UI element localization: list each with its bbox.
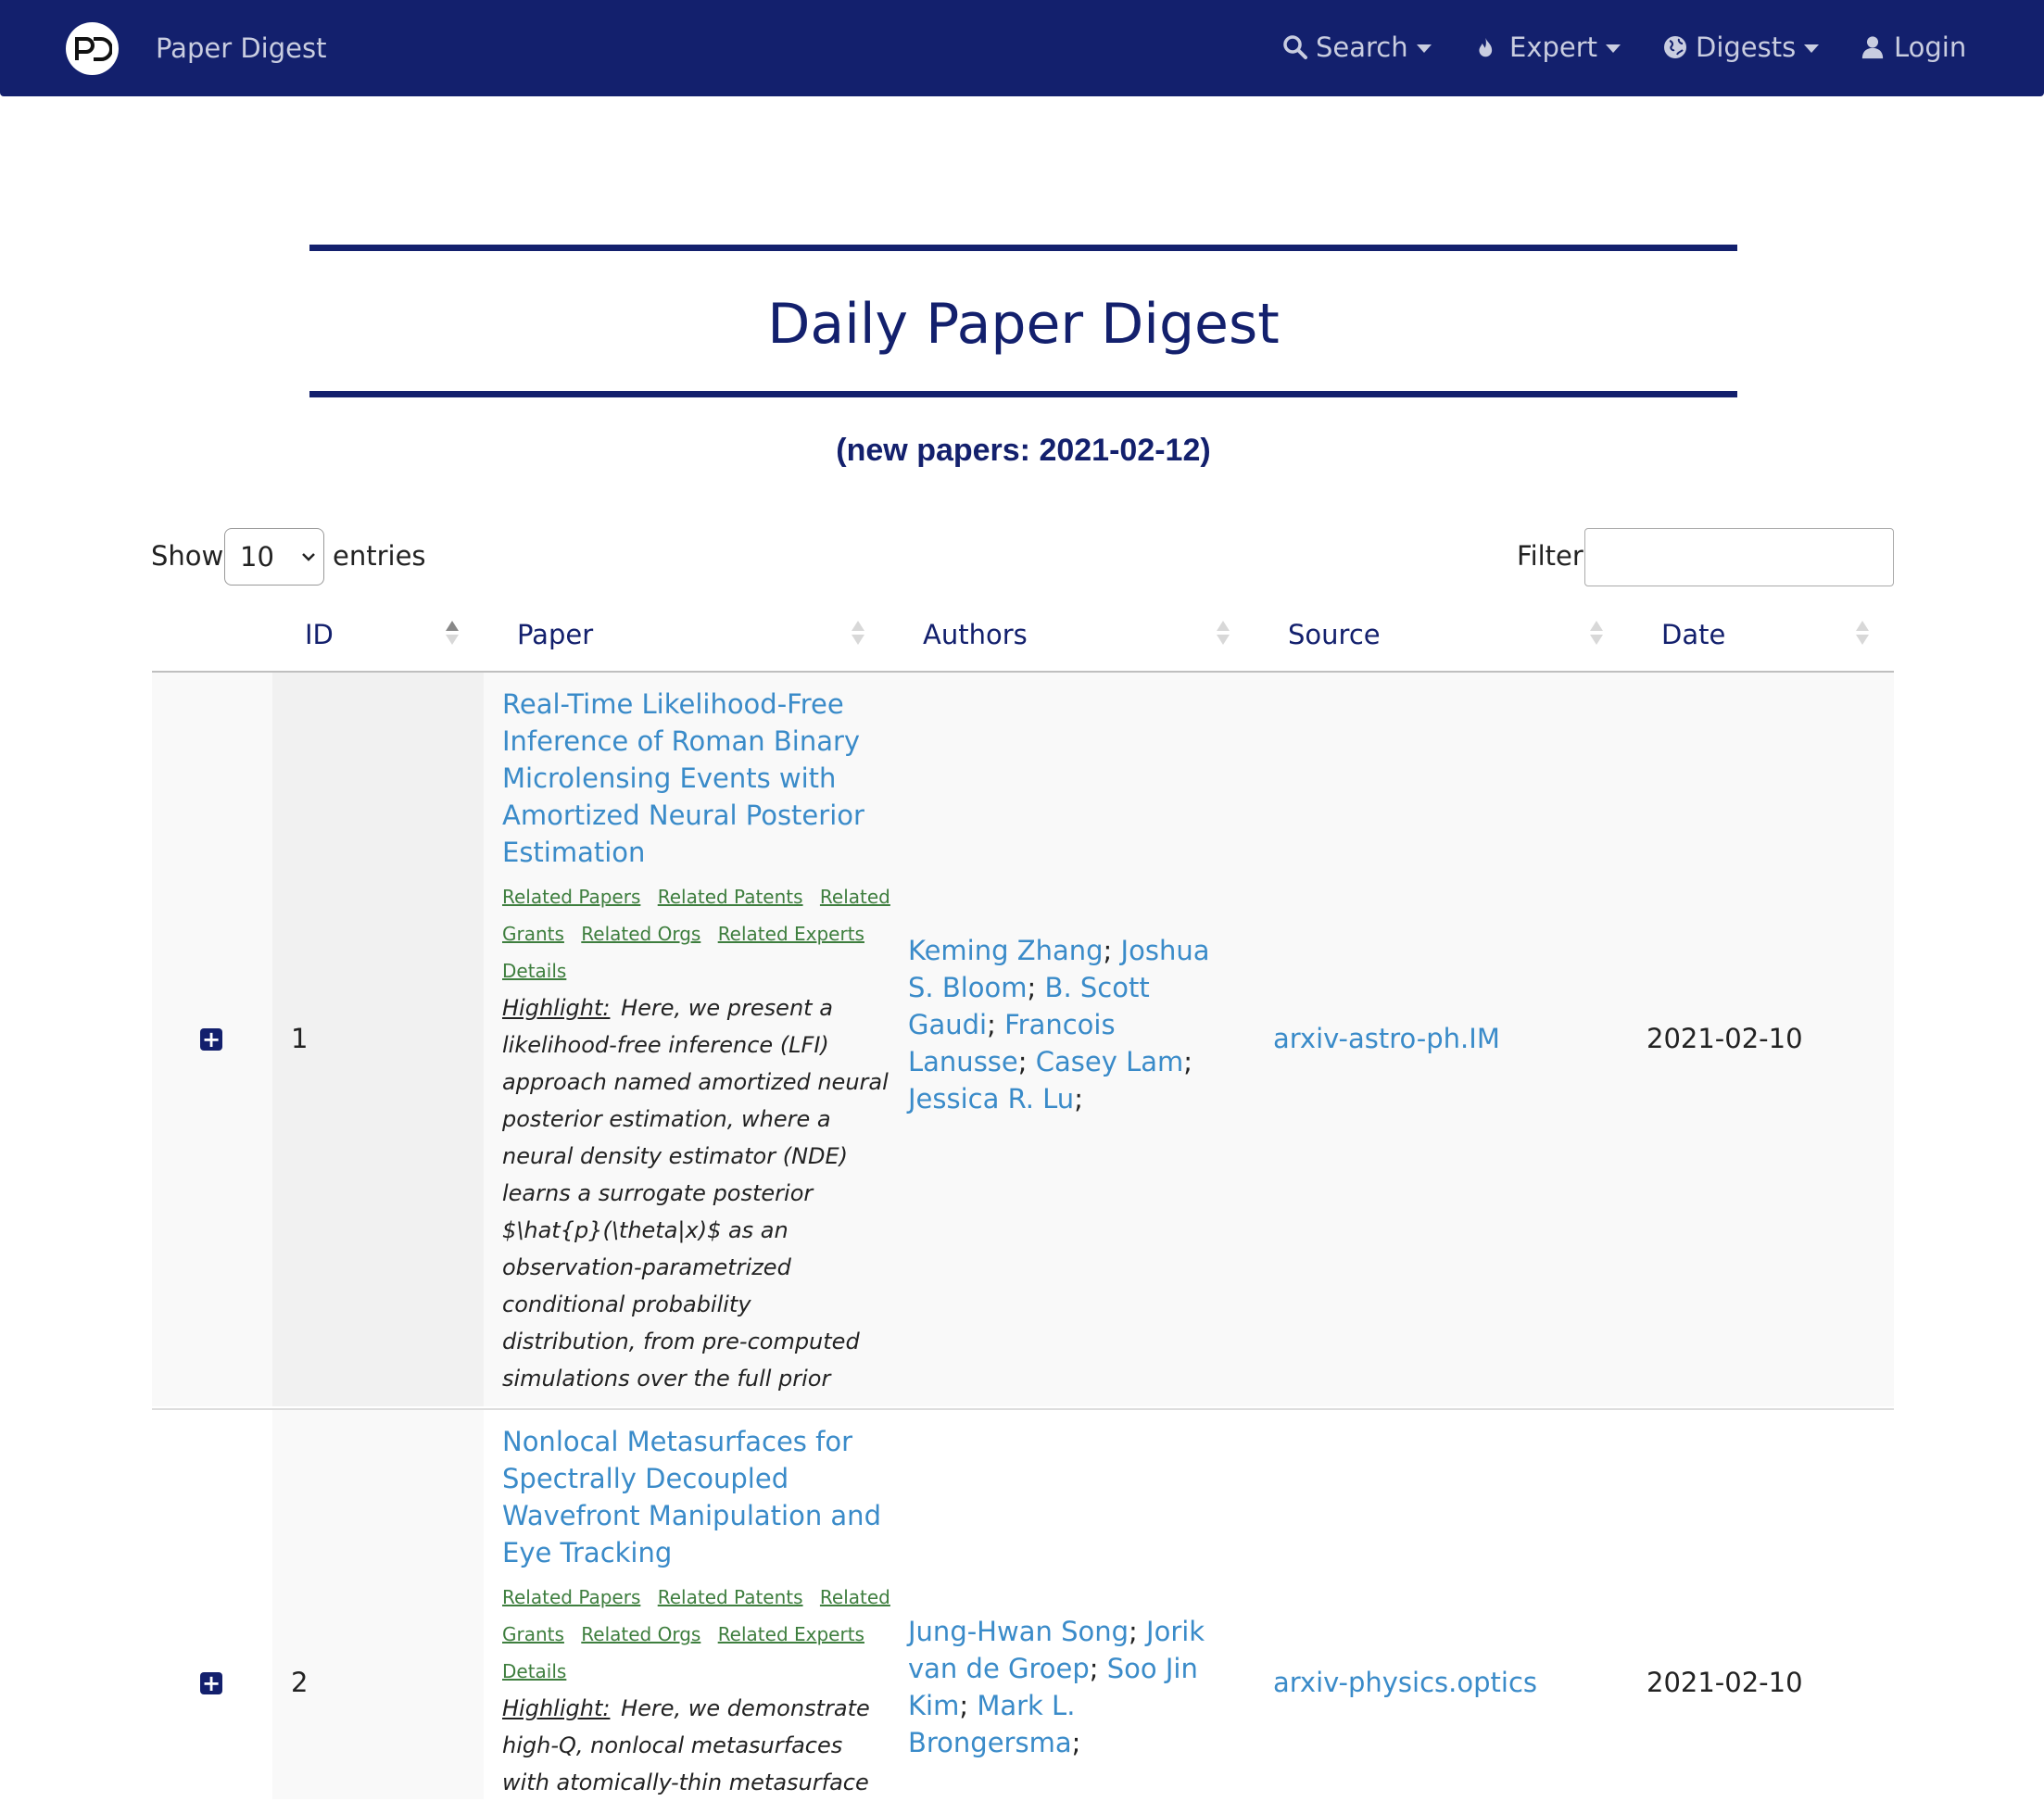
column-header-source[interactable]: Source: [1288, 619, 1381, 650]
related-papers-link[interactable]: Related Papers: [502, 886, 640, 908]
sort-icon[interactable]: [1590, 621, 1603, 645]
filter-label: Filter: [1517, 540, 1583, 572]
column-header-authors[interactable]: Authors: [923, 619, 1028, 650]
expand-row-icon[interactable]: +: [200, 1672, 222, 1694]
table-row: + 1 Real-Time Likelihood-Free Inference …: [152, 673, 1894, 1429]
papers-table: ID Paper Authors Source Date + 1 Real-Ti…: [152, 602, 1894, 1799]
author-link[interactable]: Jung-Hwan Song: [908, 1616, 1129, 1647]
expand-row-icon[interactable]: +: [200, 1028, 222, 1051]
nav-login-link[interactable]: Login: [1861, 28, 1966, 67]
search-icon: [1282, 34, 1308, 60]
details-link[interactable]: Details: [502, 960, 566, 982]
user-icon: [1861, 34, 1886, 60]
nav-digests-dropdown[interactable]: Digests: [1662, 28, 1820, 67]
author-link[interactable]: Jessica R. Lu: [908, 1083, 1074, 1115]
related-orgs-link[interactable]: Related Orgs: [581, 923, 700, 945]
related-orgs-link[interactable]: Related Orgs: [581, 1623, 700, 1645]
related-experts-link[interactable]: Related Experts: [718, 1623, 864, 1645]
sort-icon[interactable]: [1217, 621, 1230, 645]
table-row: + 2 Nonlocal Metasurfaces for Spectrally…: [152, 1408, 1894, 1799]
related-papers-link[interactable]: Related Papers: [502, 1586, 640, 1608]
source-link[interactable]: arxiv-physics.optics: [1273, 1667, 1537, 1698]
page-subtitle: (new papers: 2021-02-12): [836, 433, 1211, 468]
top-navbar: Paper Digest Search Expert Digests Login: [0, 0, 2044, 96]
paper-cell: Real-Time Likelihood-Free Inference of R…: [502, 686, 891, 1434]
column-header-paper[interactable]: Paper: [517, 619, 593, 650]
related-patents-link[interactable]: Related Patents: [658, 886, 803, 908]
paper-id: 2: [291, 1667, 309, 1698]
nav-expert-label: Expert: [1509, 31, 1598, 63]
highlight-text: Here, we present a likelihood-free infer…: [502, 995, 889, 1429]
author-link[interactable]: Keming Zhang: [908, 935, 1104, 966]
entries-per-page-select[interactable]: 10: [224, 528, 324, 586]
title-bottom-rule: [309, 391, 1737, 397]
chevron-down-icon: [1416, 44, 1432, 53]
paper-id: 1: [291, 1023, 309, 1054]
page-title: Daily Paper Digest: [767, 292, 1280, 357]
globe-icon: [1662, 34, 1688, 60]
brand-name[interactable]: Paper Digest: [156, 31, 326, 66]
highlight-label: Highlight:: [502, 995, 611, 1021]
fire-icon: [1476, 34, 1502, 60]
related-links: Related Papers Related Patents Related G…: [502, 878, 891, 989]
entries-per-page-value: 10: [240, 541, 274, 573]
source-link[interactable]: arxiv-astro-ph.IM: [1273, 1023, 1500, 1054]
related-experts-link[interactable]: Related Experts: [718, 923, 864, 945]
nav-login-label: Login: [1894, 31, 1967, 63]
paper-highlight: Highlight: Here, we demonstrate high-Q, …: [502, 1690, 891, 1801]
nav-search-dropdown[interactable]: Search: [1282, 28, 1432, 67]
authors-cell: Jung-Hwan Song; Jorik van de Groep; Soo …: [908, 1616, 1205, 1758]
column-header-date[interactable]: Date: [1661, 619, 1725, 650]
table-header: ID Paper Authors Source Date: [152, 602, 1894, 673]
nav-digests-label: Digests: [1696, 31, 1797, 63]
sort-icon[interactable]: [1856, 621, 1869, 645]
related-links: Related Papers Related Patents Related G…: [502, 1579, 891, 1690]
details-link[interactable]: Details: [502, 1660, 566, 1682]
sort-icon[interactable]: [446, 621, 459, 645]
sort-icon[interactable]: [852, 621, 864, 645]
paper-date: 2021-02-10: [1647, 1023, 1803, 1054]
pd-logo-icon: [74, 36, 112, 61]
chevron-down-icon: [302, 553, 315, 561]
entries-label: entries: [333, 540, 426, 572]
chevron-down-icon: [1804, 44, 1820, 53]
nav-search-label: Search: [1316, 31, 1408, 63]
column-header-id[interactable]: ID: [305, 619, 334, 650]
paper-cell: Nonlocal Metasurfaces for Spectrally Dec…: [502, 1423, 891, 1801]
nav-expert-dropdown[interactable]: Expert: [1476, 28, 1621, 67]
title-top-rule: [309, 245, 1737, 251]
filter-input[interactable]: [1584, 528, 1894, 586]
paper-digest-logo[interactable]: [66, 22, 119, 75]
paper-title-link[interactable]: Nonlocal Metasurfaces for Spectrally Dec…: [502, 1423, 891, 1571]
author-link[interactable]: Casey Lam: [1036, 1046, 1184, 1077]
related-patents-link[interactable]: Related Patents: [658, 1586, 803, 1608]
paper-date: 2021-02-10: [1647, 1667, 1803, 1698]
paper-title-link[interactable]: Real-Time Likelihood-Free Inference of R…: [502, 686, 891, 871]
highlight-label: Highlight:: [502, 1695, 611, 1721]
paper-highlight: Highlight: Here, we present a likelihood…: [502, 989, 891, 1434]
chevron-down-icon: [1606, 44, 1621, 53]
show-label: Show: [151, 540, 224, 572]
authors-cell: Keming Zhang; Joshua S. Bloom; B. Scott …: [908, 935, 1210, 1115]
